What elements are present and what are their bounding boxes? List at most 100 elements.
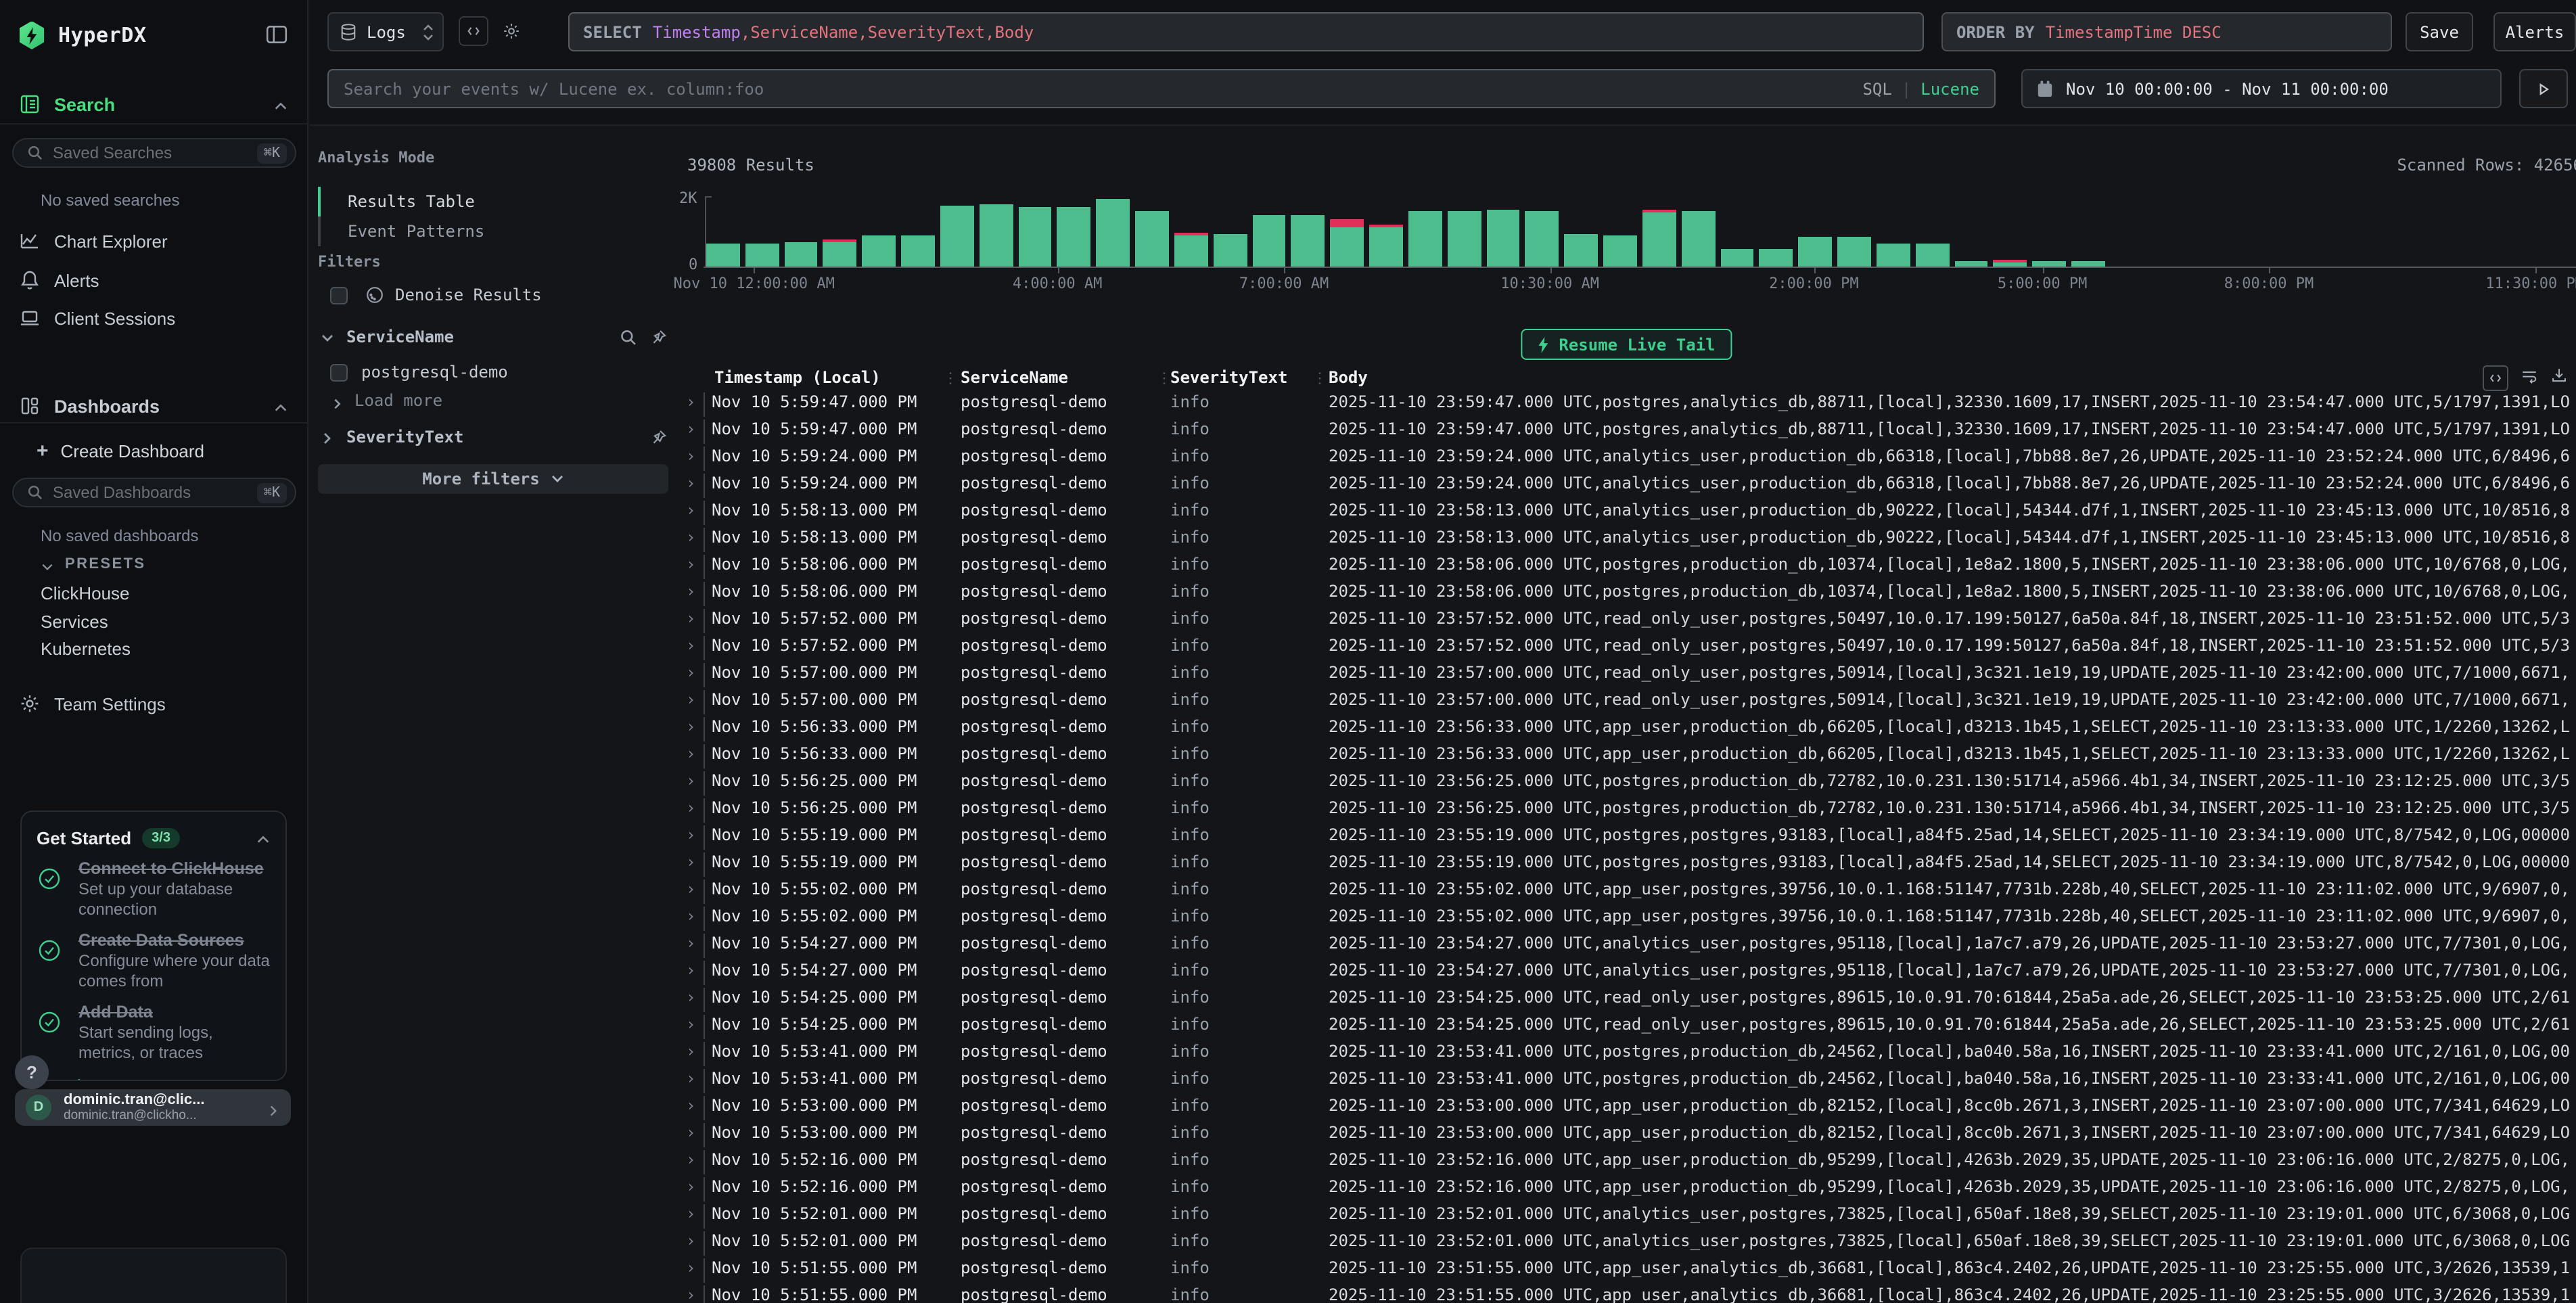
expand-row-icon[interactable]: › xyxy=(686,825,695,844)
expand-row-icon[interactable]: › xyxy=(686,879,695,898)
col-timestamp[interactable]: Timestamp (Local) xyxy=(714,368,881,387)
expand-row-icon[interactable]: › xyxy=(686,1177,695,1196)
run-search-button[interactable] xyxy=(2519,69,2568,108)
saved-searches-input[interactable]: Saved Searches ⌘K xyxy=(12,138,296,168)
table-row[interactable]: › Nov 10 5:53:41.000 PM postgresql-demo … xyxy=(676,1039,2576,1066)
expand-row-icon[interactable]: › xyxy=(686,1042,695,1061)
event-search-input[interactable]: Search your events w/ Lucene ex. column:… xyxy=(327,69,1996,108)
table-row[interactable]: › Nov 10 5:51:55.000 PM postgresql-demo … xyxy=(676,1283,2576,1303)
expand-row-icon[interactable]: › xyxy=(686,1096,695,1115)
language-toggle[interactable]: SQL | Lucene xyxy=(1862,79,1979,98)
search-icon[interactable] xyxy=(620,328,637,346)
resume-live-tail-button[interactable]: Resume Live Tail xyxy=(1521,329,1731,360)
get-started-step[interactable]: Add Data Start sending logs, metrics, or… xyxy=(38,1003,272,1064)
expand-row-icon[interactable]: › xyxy=(686,1150,695,1169)
table-row[interactable]: › Nov 10 5:58:06.000 PM postgresql-demo … xyxy=(676,552,2576,579)
presets-toggle[interactable]: PRESETS xyxy=(41,556,146,572)
preset-services[interactable]: Services xyxy=(41,612,108,632)
preset-kubernetes[interactable]: Kubernetes xyxy=(41,639,131,659)
table-row[interactable]: › Nov 10 5:58:13.000 PM postgresql-demo … xyxy=(676,525,2576,552)
table-row[interactable]: › Nov 10 5:58:13.000 PM postgresql-demo … xyxy=(676,498,2576,525)
column-resize-handle[interactable]: ⋮ xyxy=(1312,369,1327,387)
expand-row-icon[interactable]: › xyxy=(686,1231,695,1250)
table-row[interactable]: › Nov 10 5:53:00.000 PM postgresql-demo … xyxy=(676,1120,2576,1147)
create-dashboard-button[interactable]: + Create Dashboard xyxy=(37,440,204,463)
expand-row-icon[interactable]: › xyxy=(686,771,695,790)
table-row[interactable]: › Nov 10 5:57:00.000 PM postgresql-demo … xyxy=(676,660,2576,687)
table-row[interactable]: › Nov 10 5:54:27.000 PM postgresql-demo … xyxy=(676,931,2576,958)
expand-row-icon[interactable]: › xyxy=(686,609,695,628)
wrap-lines-icon[interactable] xyxy=(2521,367,2538,390)
date-range-input[interactable]: Nov 10 00:00:00 - Nov 11 00:00:00 xyxy=(2021,69,2502,108)
code-mode-button[interactable] xyxy=(459,16,488,46)
expand-row-icon[interactable]: › xyxy=(686,744,695,763)
col-body[interactable]: Body xyxy=(1329,368,1368,387)
col-severitytext[interactable]: SeverityText xyxy=(1170,368,1287,387)
column-resize-handle[interactable]: ⋮ xyxy=(943,369,958,387)
expand-row-icon[interactable]: › xyxy=(686,1204,695,1223)
sidebar-item-dashboards[interactable]: Dashboards xyxy=(0,390,307,422)
get-started-step[interactable]: Connect to ClickHouse Set up your databa… xyxy=(38,859,272,920)
preset-clickhouse[interactable]: ClickHouse xyxy=(41,583,130,603)
table-row[interactable]: › Nov 10 5:57:00.000 PM postgresql-demo … xyxy=(676,687,2576,714)
table-row[interactable]: › Nov 10 5:58:06.000 PM postgresql-demo … xyxy=(676,579,2576,606)
expand-row-icon[interactable]: › xyxy=(686,582,695,601)
servicename-group-header[interactable]: ServiceName xyxy=(310,327,676,346)
table-row[interactable]: › Nov 10 5:59:47.000 PM postgresql-demo … xyxy=(676,417,2576,444)
table-row[interactable]: › Nov 10 5:59:24.000 PM postgresql-demo … xyxy=(676,471,2576,498)
sidebar-item-chart-explorer[interactable]: Chart Explorer xyxy=(0,225,307,257)
table-row[interactable]: › Nov 10 5:55:02.000 PM postgresql-demo … xyxy=(676,904,2576,931)
alerts-button[interactable]: Alerts xyxy=(2493,12,2576,51)
collapse-sidebar-icon[interactable] xyxy=(265,23,288,46)
download-icon[interactable] xyxy=(2550,367,2568,390)
col-servicename[interactable]: ServiceName xyxy=(961,368,1068,387)
sidebar-item-alerts[interactable]: Alerts xyxy=(0,264,307,296)
pin-icon[interactable] xyxy=(649,328,667,346)
order-by-input[interactable]: ORDER BY TimestampTime DESC xyxy=(1941,12,2392,51)
expand-row-icon[interactable]: › xyxy=(686,501,695,520)
table-row[interactable]: › Nov 10 5:55:19.000 PM postgresql-demo … xyxy=(676,850,2576,877)
expand-row-icon[interactable]: › xyxy=(686,636,695,655)
expand-row-icon[interactable]: › xyxy=(686,474,695,493)
source-select[interactable]: Logs xyxy=(327,12,444,51)
table-row[interactable]: › Nov 10 5:56:25.000 PM postgresql-demo … xyxy=(676,796,2576,823)
table-row[interactable]: › Nov 10 5:54:25.000 PM postgresql-demo … xyxy=(676,1012,2576,1039)
select-query-input[interactable]: SELECT Timestamp,ServiceName,SeverityTex… xyxy=(568,12,1924,51)
column-resize-handle[interactable]: ⋮ xyxy=(1157,369,1172,387)
lucene-toggle[interactable]: Lucene xyxy=(1920,79,1979,98)
expand-row-icon[interactable]: › xyxy=(686,663,695,682)
pin-icon[interactable] xyxy=(649,428,667,446)
table-row[interactable]: › Nov 10 5:51:55.000 PM postgresql-demo … xyxy=(676,1256,2576,1283)
more-filters-button[interactable]: More filters xyxy=(318,464,668,494)
expand-row-icon[interactable]: › xyxy=(686,934,695,953)
table-row[interactable]: › Nov 10 5:59:24.000 PM postgresql-demo … xyxy=(676,444,2576,471)
sidebar-item-client-sessions[interactable]: Client Sessions xyxy=(0,302,307,334)
service-value-row[interactable]: postgresql-demo xyxy=(310,363,676,382)
service-checkbox[interactable] xyxy=(330,363,348,381)
get-started-step[interactable]: Create Data Sources Configure where your… xyxy=(38,931,272,992)
denoise-checkbox[interactable] xyxy=(330,286,348,304)
expand-row-icon[interactable]: › xyxy=(686,419,695,438)
table-row[interactable]: › Nov 10 5:59:47.000 PM postgresql-demo … xyxy=(676,390,2576,417)
table-row[interactable]: › Nov 10 5:57:52.000 PM postgresql-demo … xyxy=(676,606,2576,633)
denoise-filter-row[interactable]: Denoise Results xyxy=(310,285,676,304)
sidebar-item-team-settings[interactable]: Team Settings xyxy=(0,687,307,720)
table-row[interactable]: › Nov 10 5:55:02.000 PM postgresql-demo … xyxy=(676,877,2576,904)
table-row[interactable]: › Nov 10 5:55:19.000 PM postgresql-demo … xyxy=(676,823,2576,850)
sidebar-item-search[interactable]: Search xyxy=(0,88,307,120)
table-row[interactable]: › Nov 10 5:56:33.000 PM postgresql-demo … xyxy=(676,741,2576,769)
table-row[interactable]: › Nov 10 5:52:01.000 PM postgresql-demo … xyxy=(676,1202,2576,1229)
expand-row-icon[interactable]: › xyxy=(686,1258,695,1277)
table-row[interactable]: › Nov 10 5:53:41.000 PM postgresql-demo … xyxy=(676,1066,2576,1093)
expand-row-icon[interactable]: › xyxy=(686,988,695,1007)
save-button[interactable]: Save xyxy=(2406,12,2473,51)
expand-row-icon[interactable]: › xyxy=(686,852,695,871)
table-row[interactable]: › Nov 10 5:56:25.000 PM postgresql-demo … xyxy=(676,769,2576,796)
expand-row-icon[interactable]: › xyxy=(686,961,695,980)
saved-dashboards-input[interactable]: Saved Dashboards ⌘K xyxy=(12,478,296,507)
expand-row-icon[interactable]: › xyxy=(686,717,695,736)
severitytext-group-header[interactable]: SeverityText xyxy=(310,428,676,447)
expand-row-icon[interactable]: › xyxy=(686,1123,695,1142)
source-settings-gear-icon[interactable] xyxy=(497,16,526,46)
expand-row-icon[interactable]: › xyxy=(686,1015,695,1034)
